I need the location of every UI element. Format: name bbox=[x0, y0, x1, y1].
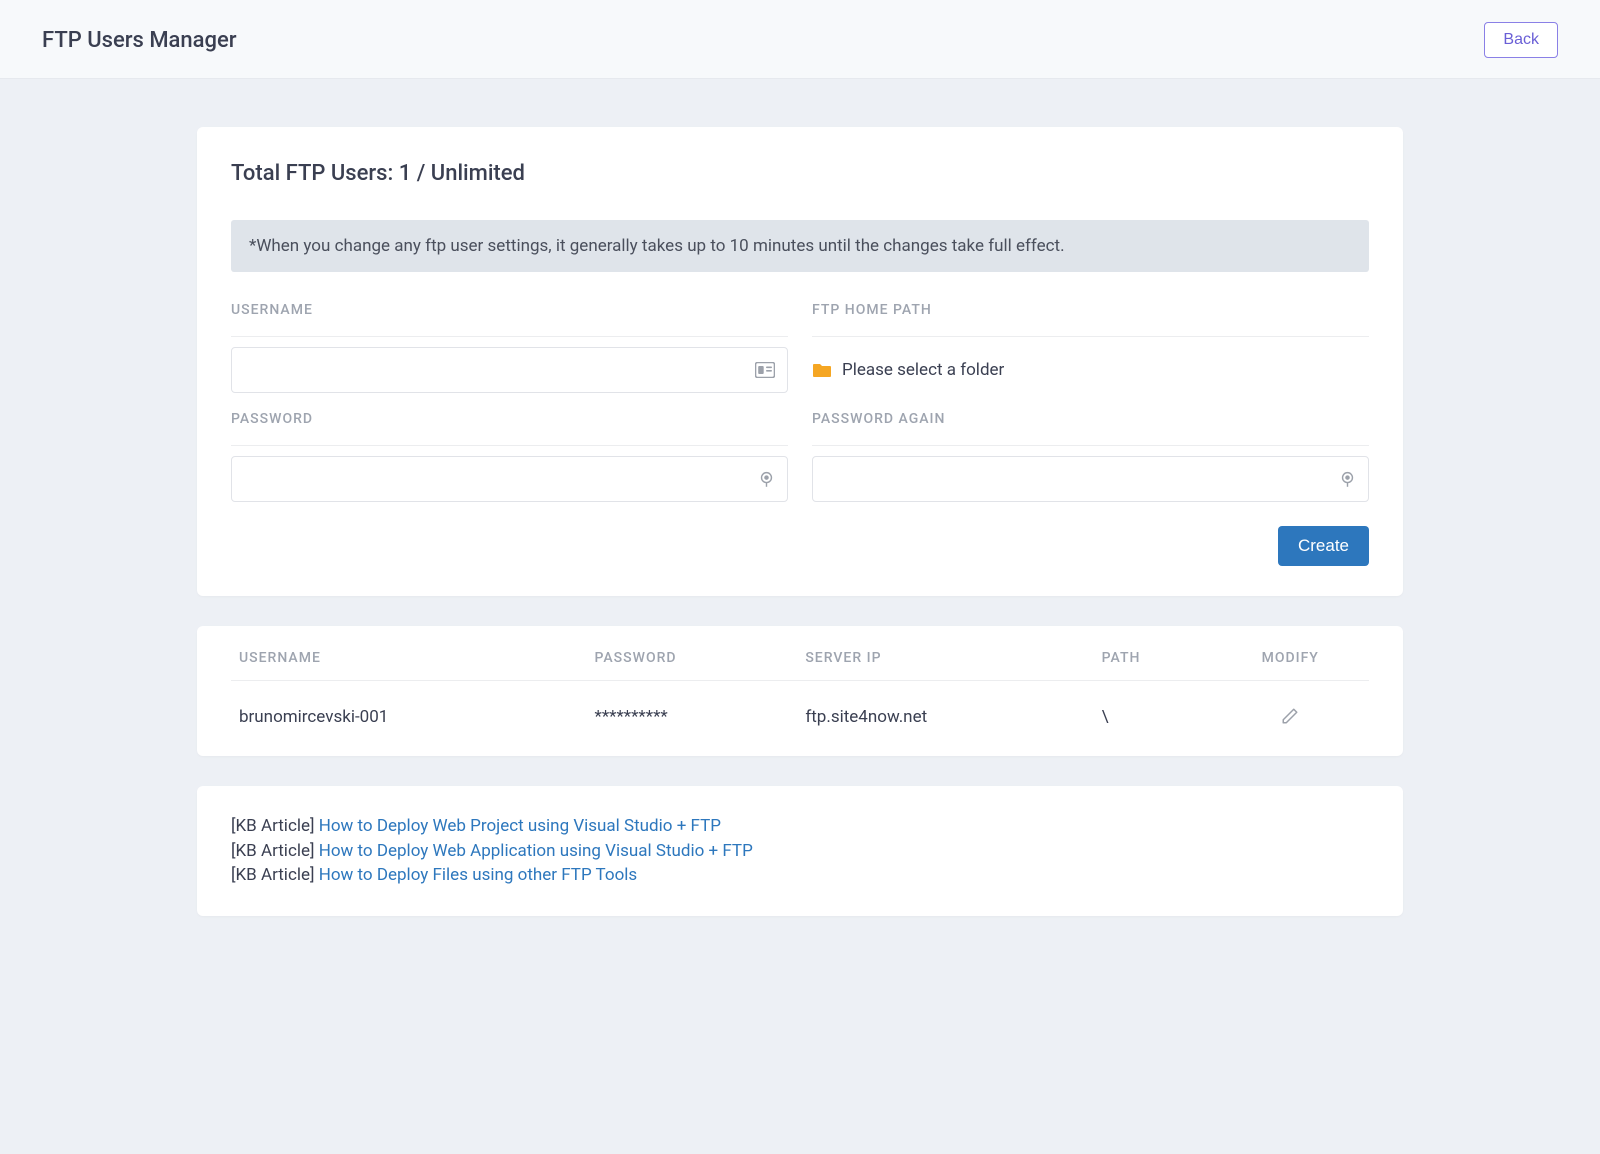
username-control bbox=[231, 347, 788, 393]
username-field: Username bbox=[231, 302, 788, 393]
kb-article-line: [KB Article] How to Deploy Files using o… bbox=[231, 863, 1369, 888]
password-label: Password bbox=[231, 411, 788, 446]
col-path: Path bbox=[1094, 626, 1212, 681]
delay-notice: *When you change any ftp user settings, … bbox=[231, 220, 1369, 272]
edit-button[interactable] bbox=[1277, 703, 1303, 729]
kb-prefix: [KB Article] bbox=[231, 841, 315, 861]
folder-icon bbox=[812, 362, 832, 378]
cell-username: brunomircevski-001 bbox=[231, 681, 587, 757]
kb-prefix: [KB Article] bbox=[231, 816, 315, 836]
home-path-selector[interactable]: Please select a folder bbox=[812, 347, 1369, 393]
password-input[interactable] bbox=[232, 457, 787, 501]
col-username: Username bbox=[231, 626, 587, 681]
kb-articles-card: [KB Article] How to Deploy Web Project u… bbox=[197, 786, 1403, 916]
id-card-icon bbox=[755, 362, 775, 378]
table-row: brunomircevski-001 ********** ftp.site4n… bbox=[231, 681, 1369, 757]
col-modify: Modify bbox=[1211, 626, 1369, 681]
col-server-ip: Server IP bbox=[797, 626, 1093, 681]
password-again-label: Password Again bbox=[812, 411, 1369, 446]
col-password: Password bbox=[587, 626, 798, 681]
cell-password: ********** bbox=[587, 681, 798, 757]
home-path-placeholder: Please select a folder bbox=[842, 360, 1004, 380]
username-input[interactable] bbox=[232, 348, 787, 392]
key-icon bbox=[758, 471, 775, 488]
kb-link[interactable]: How to Deploy Files using other FTP Tool… bbox=[319, 865, 637, 885]
kb-article-line: [KB Article] How to Deploy Web Project u… bbox=[231, 814, 1369, 839]
users-summary-label: Total FTP Users: bbox=[231, 161, 393, 186]
users-summary: Total FTP Users: 1 / Unlimited bbox=[231, 161, 1369, 186]
pencil-icon bbox=[1281, 707, 1299, 725]
kb-link[interactable]: How to Deploy Web Project using Visual S… bbox=[319, 816, 721, 836]
back-button[interactable]: Back bbox=[1484, 22, 1558, 58]
password-again-field: Password Again bbox=[812, 411, 1369, 502]
password-field: Password bbox=[231, 411, 788, 502]
kb-article-line: [KB Article] How to Deploy Web Applicati… bbox=[231, 839, 1369, 864]
password-again-control bbox=[812, 456, 1369, 502]
username-label: Username bbox=[231, 302, 788, 337]
create-button[interactable]: Create bbox=[1278, 526, 1369, 566]
key-icon bbox=[1339, 471, 1356, 488]
topbar: FTP Users Manager Back bbox=[0, 0, 1600, 79]
page-title: FTP Users Manager bbox=[42, 28, 237, 53]
home-path-field: FTP Home Path Please select a folder bbox=[812, 302, 1369, 393]
password-again-input[interactable] bbox=[813, 457, 1368, 501]
kb-link[interactable]: How to Deploy Web Application using Visu… bbox=[319, 841, 753, 861]
cell-path: \ bbox=[1094, 681, 1212, 757]
users-summary-value: 1 / Unlimited bbox=[399, 161, 525, 186]
cell-server-ip: ftp.site4now.net bbox=[797, 681, 1093, 757]
password-control bbox=[231, 456, 788, 502]
kb-prefix: [KB Article] bbox=[231, 865, 315, 885]
users-table: Username Password Server IP Path Modify … bbox=[231, 626, 1369, 756]
create-user-card: Total FTP Users: 1 / Unlimited *When you… bbox=[197, 127, 1403, 596]
users-table-card: Username Password Server IP Path Modify … bbox=[197, 626, 1403, 756]
home-path-label: FTP Home Path bbox=[812, 302, 1369, 337]
